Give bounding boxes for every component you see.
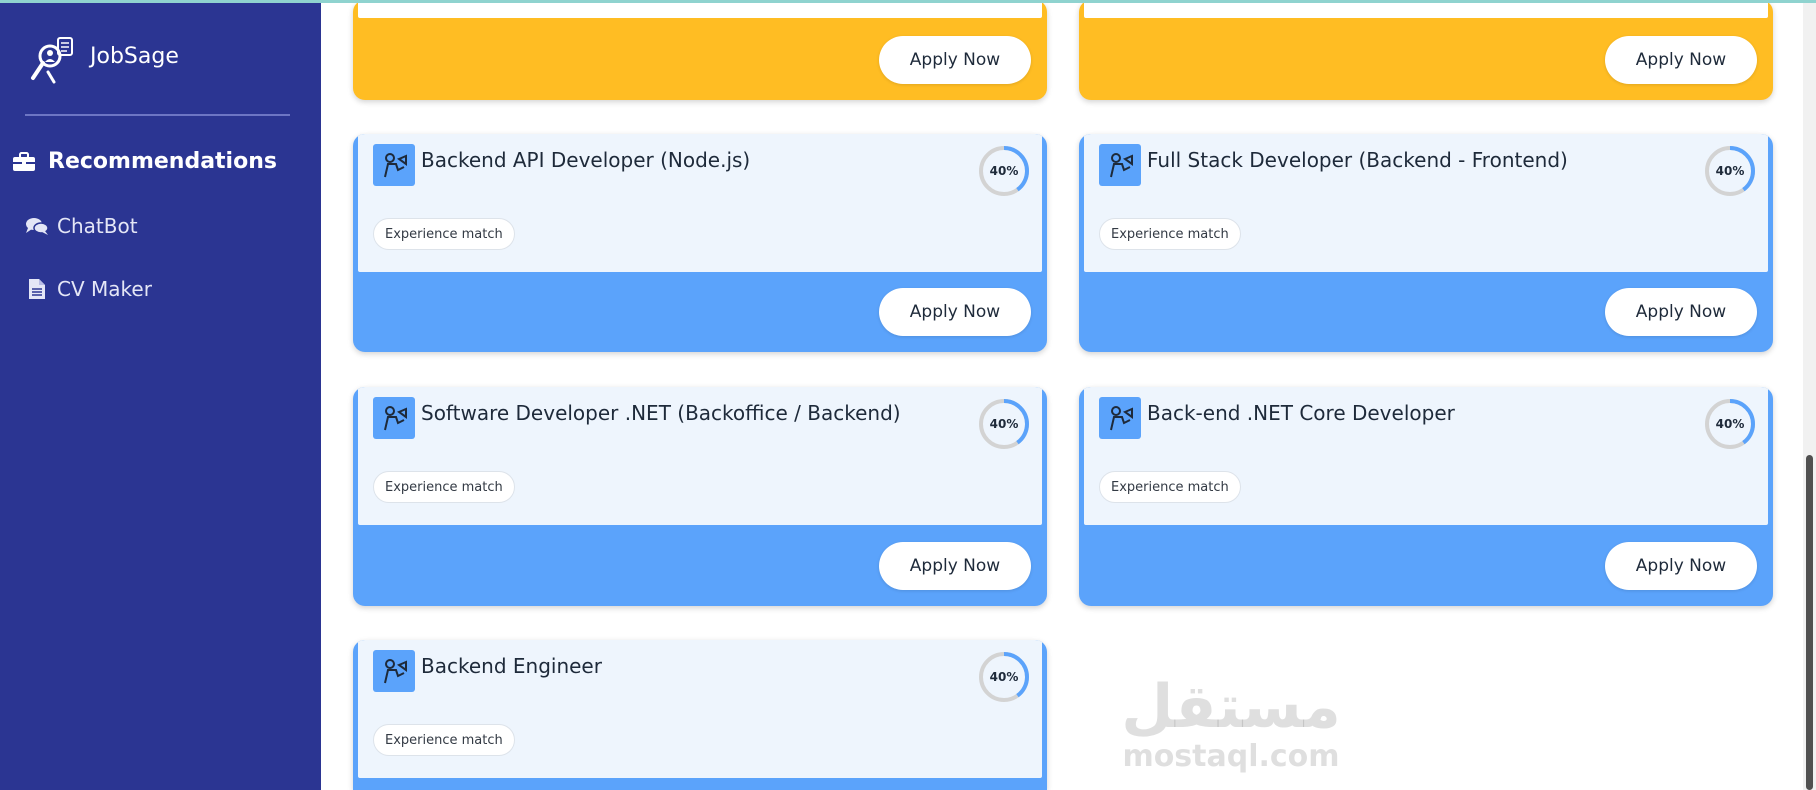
job-avatar-icon [1099,144,1141,186]
job-avatar-icon [1099,397,1141,439]
sidebar: JobSage Recommendations ChatBot CV Maker [0,0,321,790]
scrollbar-thumb[interactable] [1806,455,1813,790]
apply-now-button[interactable]: Apply Now [1605,542,1757,590]
experience-match-badge: Experience match [373,218,515,250]
experience-match-badge: Experience match [1099,218,1241,250]
sidebar-divider [25,114,290,116]
card-header: Full Stack Developer (Backend - Frontend… [1084,134,1768,272]
job-avatar-icon [373,144,415,186]
match-percentage: 40% [989,164,1019,178]
job-title[interactable]: Software Developer .NET (Backoffice / Ba… [421,401,901,425]
sidebar-item-chatbot[interactable]: ChatBot [25,214,138,238]
job-card: Full Stack Developer (Backend - Frontend… [1079,134,1773,352]
match-percentage-ring: 40% [977,397,1031,451]
experience-match-badge: Experience match [373,724,515,756]
sidebar-item-recommendations[interactable]: Recommendations [12,149,277,174]
watermark-logo: مستقل [1121,672,1341,742]
sidebar-item-cv-maker[interactable]: CV Maker [25,277,152,301]
app-name: JobSage [90,43,179,69]
apply-now-button[interactable]: Apply Now [879,288,1031,336]
match-percentage: 40% [1715,417,1745,431]
watermark-text: mostaql.com [1122,739,1340,774]
sidebar-item-label: ChatBot [57,214,138,238]
match-percentage-ring: 40% [1703,144,1757,198]
job-card: Backend Engineer 40% Experience match [353,640,1047,790]
job-card: Apply Now [353,0,1047,100]
job-avatar-icon [373,650,415,692]
job-title[interactable]: Backend API Developer (Node.js) [421,148,750,172]
recommendations-content[interactable]: Apply Now Apply Now Backend API Develope… [321,0,1816,790]
briefcase-icon [12,151,36,173]
apply-now-button[interactable]: Apply Now [879,542,1031,590]
job-title[interactable]: Back-end .NET Core Developer [1147,401,1455,425]
job-card: Back-end .NET Core Developer 40% Experie… [1079,387,1773,606]
top-accent-line [0,0,1816,3]
job-card: Apply Now [1079,0,1773,100]
match-percentage: 40% [989,417,1019,431]
match-percentage-ring: 40% [977,650,1031,704]
card-header: Backend API Developer (Node.js) 40% Expe… [358,134,1042,272]
apply-now-button[interactable]: Apply Now [879,36,1031,84]
brand[interactable]: JobSage [28,34,179,86]
match-percentage-ring: 40% [977,144,1031,198]
apply-now-button[interactable]: Apply Now [1605,36,1757,84]
card-header: Software Developer .NET (Backoffice / Ba… [358,387,1042,525]
sidebar-item-label: Recommendations [48,149,277,174]
job-search-logo-icon [31,37,73,84]
apply-now-button[interactable]: Apply Now [1605,288,1757,336]
match-percentage: 40% [989,670,1019,684]
experience-match-badge: Experience match [1099,471,1241,503]
match-percentage-ring: 40% [1703,397,1757,451]
card-header: Back-end .NET Core Developer 40% Experie… [1084,387,1768,525]
sidebar-item-label: CV Maker [57,277,152,301]
job-card: Software Developer .NET (Backoffice / Ba… [353,387,1047,606]
match-percentage: 40% [1715,164,1745,178]
job-title[interactable]: Backend Engineer [421,654,602,678]
job-card: Backend API Developer (Node.js) 40% Expe… [353,134,1047,352]
experience-match-badge: Experience match [373,471,515,503]
card-header: Backend Engineer 40% Experience match [358,640,1042,778]
vertical-scrollbar[interactable] [1803,0,1816,790]
chat-bubbles-icon [25,215,49,237]
document-icon [25,278,49,300]
watermark: مستقل mostaql.com [1121,674,1341,774]
job-title[interactable]: Full Stack Developer (Backend - Frontend… [1147,148,1568,172]
job-avatar-icon [373,397,415,439]
